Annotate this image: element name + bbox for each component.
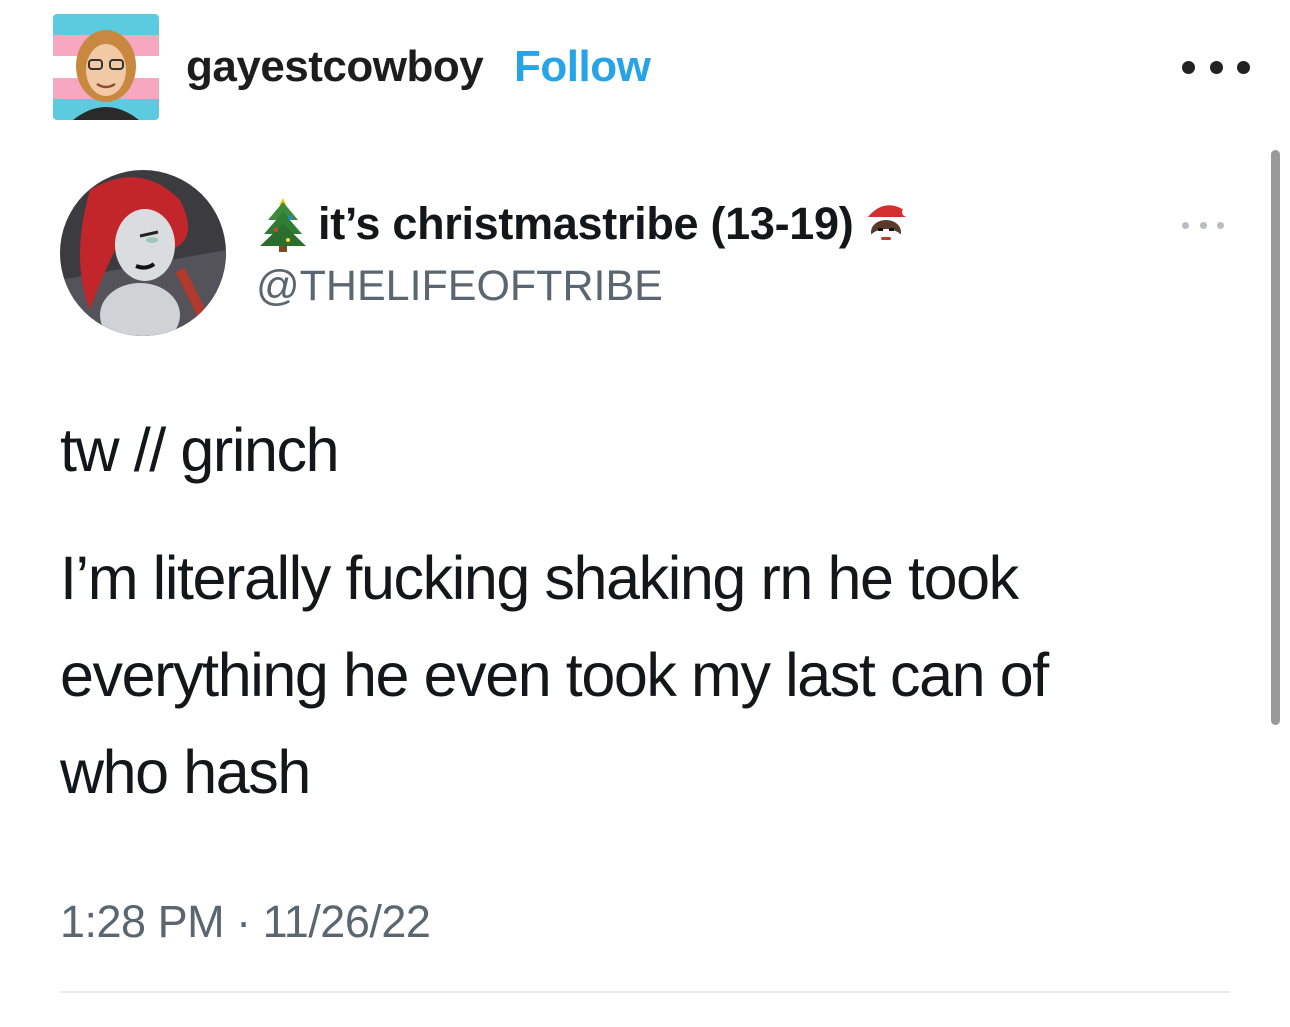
blog-avatar[interactable]	[53, 14, 159, 120]
tweet-author-row: it’s christmastribe (13-19)	[258, 196, 913, 252]
tweet-text-line: everything he even took my last can of	[60, 641, 1049, 709]
tweet-timestamp[interactable]: 1:28 PM · 11/26/22	[60, 896, 431, 948]
menu-dot	[1182, 221, 1189, 229]
tweet-avatar[interactable]	[60, 170, 226, 336]
more-options-icon[interactable]	[1182, 52, 1250, 82]
tweet-display-name[interactable]: it’s christmastribe (13-19)	[318, 198, 854, 250]
menu-dot	[1182, 60, 1195, 74]
christmas-tree-icon	[260, 198, 306, 252]
divider	[60, 991, 1230, 993]
post-header: gayestcowboy Follow	[0, 0, 1290, 140]
user-avatar-illustration	[53, 14, 159, 120]
scrollbar[interactable]	[1271, 150, 1280, 725]
menu-dot	[1237, 60, 1250, 74]
menu-dot	[1209, 60, 1223, 74]
tweet-text-line: I’m literally fucking shaking rn he took	[60, 544, 1019, 612]
menu-dot	[1217, 221, 1224, 229]
tweet-more-icon[interactable]	[1182, 218, 1224, 232]
profile-picture-icon	[60, 170, 226, 336]
santa-icon	[865, 205, 913, 251]
blog-name[interactable]: gayestcowboy	[186, 42, 484, 92]
tweet-text-line: who hash	[60, 738, 311, 806]
follow-button[interactable]: Follow	[514, 42, 651, 92]
menu-dot	[1199, 221, 1207, 229]
tweet-text-line: tw // grinch	[60, 416, 340, 484]
tweet-handle[interactable]: @THELIFEOFTRIBE	[256, 262, 663, 311]
